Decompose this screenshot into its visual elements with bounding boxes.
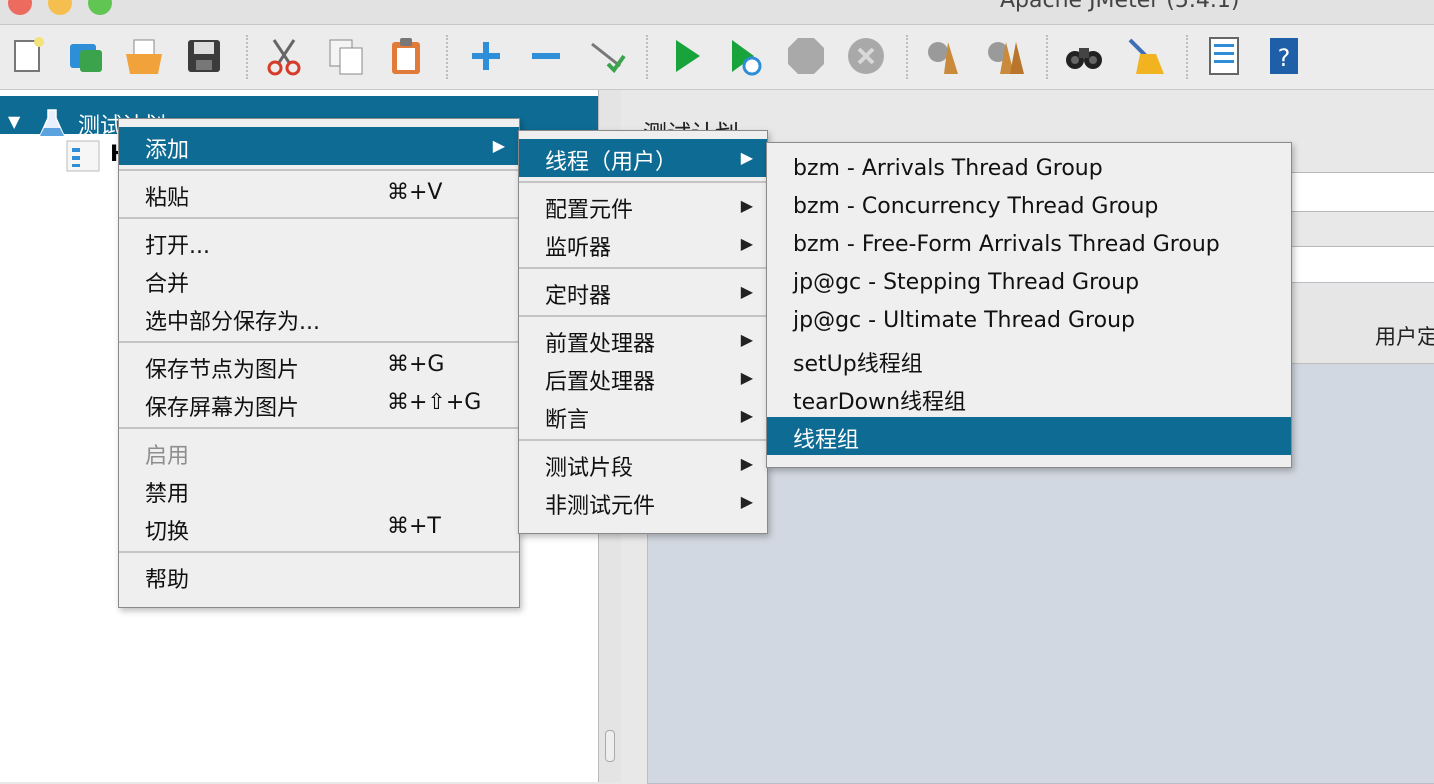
menu-item-pre-processor[interactable]: 前置处理器 ▶ bbox=[519, 321, 767, 359]
shutdown-icon[interactable] bbox=[844, 34, 888, 78]
menu-item-listener[interactable]: 监听器 ▶ bbox=[519, 225, 767, 263]
menu-item-jpgc-ultimate[interactable]: jp@gc - Ultimate Thread Group bbox=[767, 303, 1291, 341]
column-header-user-defined: 用户定 bbox=[1375, 325, 1434, 349]
thread-group-node-icon bbox=[66, 140, 100, 172]
menu-item-help[interactable]: 帮助 bbox=[119, 557, 519, 595]
menu-item-thread-group[interactable]: 线程组 bbox=[767, 417, 1291, 455]
menu-item-teardown-thread-group[interactable]: tearDown线程组 bbox=[767, 379, 1291, 417]
menu-item-enable: 启用 bbox=[145, 444, 190, 469]
menu-item-save-selection-as[interactable]: 选中部分保存为... bbox=[119, 299, 519, 337]
stop-icon[interactable] bbox=[784, 34, 828, 78]
tree-expand-arrow-icon[interactable]: ▼ bbox=[8, 112, 20, 131]
menu-item-config-element[interactable]: 配置元件 ▶ bbox=[519, 187, 767, 225]
menu-item-toggle[interactable]: 切换 ⌘+T bbox=[119, 509, 519, 547]
menu-item-post-processor[interactable]: 后置处理器 ▶ bbox=[519, 359, 767, 397]
menu-item-save-node-as-image[interactable]: 保存节点为图片 ⌘+G bbox=[119, 347, 519, 385]
test-plan-flask-icon bbox=[38, 109, 66, 137]
menu-item-test-fragment[interactable]: 测试片段 ▶ bbox=[519, 445, 767, 483]
help-icon[interactable]: ? bbox=[1262, 34, 1306, 78]
submenu-arrow-icon: ▶ bbox=[740, 234, 753, 253]
expand-icon[interactable] bbox=[464, 34, 508, 78]
start-no-pause-icon[interactable] bbox=[722, 34, 766, 78]
submenu-arrow-icon: ▶ bbox=[740, 148, 753, 167]
zoom-window-button[interactable] bbox=[88, 0, 112, 15]
window-title: Apache JMeter (5.4.1) bbox=[1000, 0, 1240, 13]
menu-item-add[interactable]: 添加 ▶ bbox=[119, 127, 519, 165]
function-helper-icon[interactable] bbox=[1202, 34, 1246, 78]
paste-icon[interactable] bbox=[384, 34, 428, 78]
menu-item-non-test-elements[interactable]: 非测试元件 ▶ bbox=[519, 483, 767, 521]
start-icon[interactable] bbox=[664, 34, 708, 78]
menu-item-threads-users[interactable]: 线程（用户） ▶ bbox=[519, 139, 767, 177]
splitter-grip[interactable] bbox=[605, 730, 615, 762]
menu-item-timer[interactable]: 定时器 ▶ bbox=[519, 273, 767, 311]
submenu-arrow-icon: ▶ bbox=[740, 492, 753, 511]
menu-item-paste[interactable]: 粘贴 ⌘+V bbox=[119, 175, 519, 213]
close-window-button[interactable] bbox=[8, 0, 32, 15]
menu-item-save-screen-as-image[interactable]: 保存屏幕为图片 ⌘+⇧+G bbox=[119, 385, 519, 423]
menu-item-bzm-arrivals[interactable]: bzm - Arrivals Thread Group bbox=[767, 151, 1291, 189]
context-menu: 添加 ▶ 粘贴 ⌘+V 打开... 合并 选中部分保存为... 保存节点为图片 … bbox=[118, 118, 520, 608]
title-bar: Apache JMeter (5.4.1) bbox=[0, 0, 1434, 25]
minimize-window-button[interactable] bbox=[48, 0, 72, 15]
new-file-icon[interactable] bbox=[6, 34, 50, 78]
search-icon[interactable] bbox=[1062, 34, 1106, 78]
menu-item-bzm-free-form[interactable]: bzm - Free-Form Arrivals Thread Group bbox=[767, 227, 1291, 265]
clear-icon[interactable] bbox=[922, 34, 966, 78]
menu-item-setup-thread-group[interactable]: setUp线程组 bbox=[767, 341, 1291, 379]
submenu-arrow-icon: ▶ bbox=[740, 368, 753, 387]
reset-search-icon[interactable] bbox=[1122, 34, 1166, 78]
menu-item-open[interactable]: 打开... bbox=[119, 223, 519, 261]
menu-item-bzm-concurrency[interactable]: bzm - Concurrency Thread Group bbox=[767, 189, 1291, 227]
submenu-arrow-icon: ▶ bbox=[740, 282, 753, 301]
cut-icon[interactable] bbox=[262, 34, 306, 78]
menu-item-merge[interactable]: 合并 bbox=[119, 261, 519, 299]
toggle-icon[interactable] bbox=[584, 34, 628, 78]
comments-field[interactable] bbox=[1289, 246, 1434, 284]
submenu-arrow-icon: ▶ bbox=[740, 406, 753, 425]
toolbar: ? bbox=[0, 25, 1434, 90]
submenu-arrow-icon: ▶ bbox=[740, 196, 753, 215]
submenu-arrow-icon: ▶ bbox=[492, 136, 505, 155]
menu-item-jpgc-stepping[interactable]: jp@gc - Stepping Thread Group bbox=[767, 265, 1291, 303]
copy-icon[interactable] bbox=[324, 34, 368, 78]
menu-item-assertion[interactable]: 断言 ▶ bbox=[519, 397, 767, 435]
submenu-arrow-icon: ▶ bbox=[740, 454, 753, 473]
submenu-arrow-icon: ▶ bbox=[740, 330, 753, 349]
save-icon[interactable] bbox=[182, 34, 226, 78]
name-field[interactable] bbox=[1289, 172, 1434, 212]
templates-icon[interactable] bbox=[64, 34, 108, 78]
svg-text:?: ? bbox=[1278, 44, 1291, 72]
collapse-icon[interactable] bbox=[524, 34, 568, 78]
add-submenu: 线程（用户） ▶ 配置元件 ▶ 监听器 ▶ 定时器 ▶ 前置处理器 ▶ 后置处理… bbox=[518, 130, 768, 534]
clear-all-icon[interactable] bbox=[984, 34, 1028, 78]
threads-submenu: bzm - Arrivals Thread Group bzm - Concur… bbox=[766, 142, 1292, 468]
open-icon[interactable] bbox=[122, 34, 166, 78]
menu-item-disable[interactable]: 禁用 bbox=[119, 471, 519, 509]
